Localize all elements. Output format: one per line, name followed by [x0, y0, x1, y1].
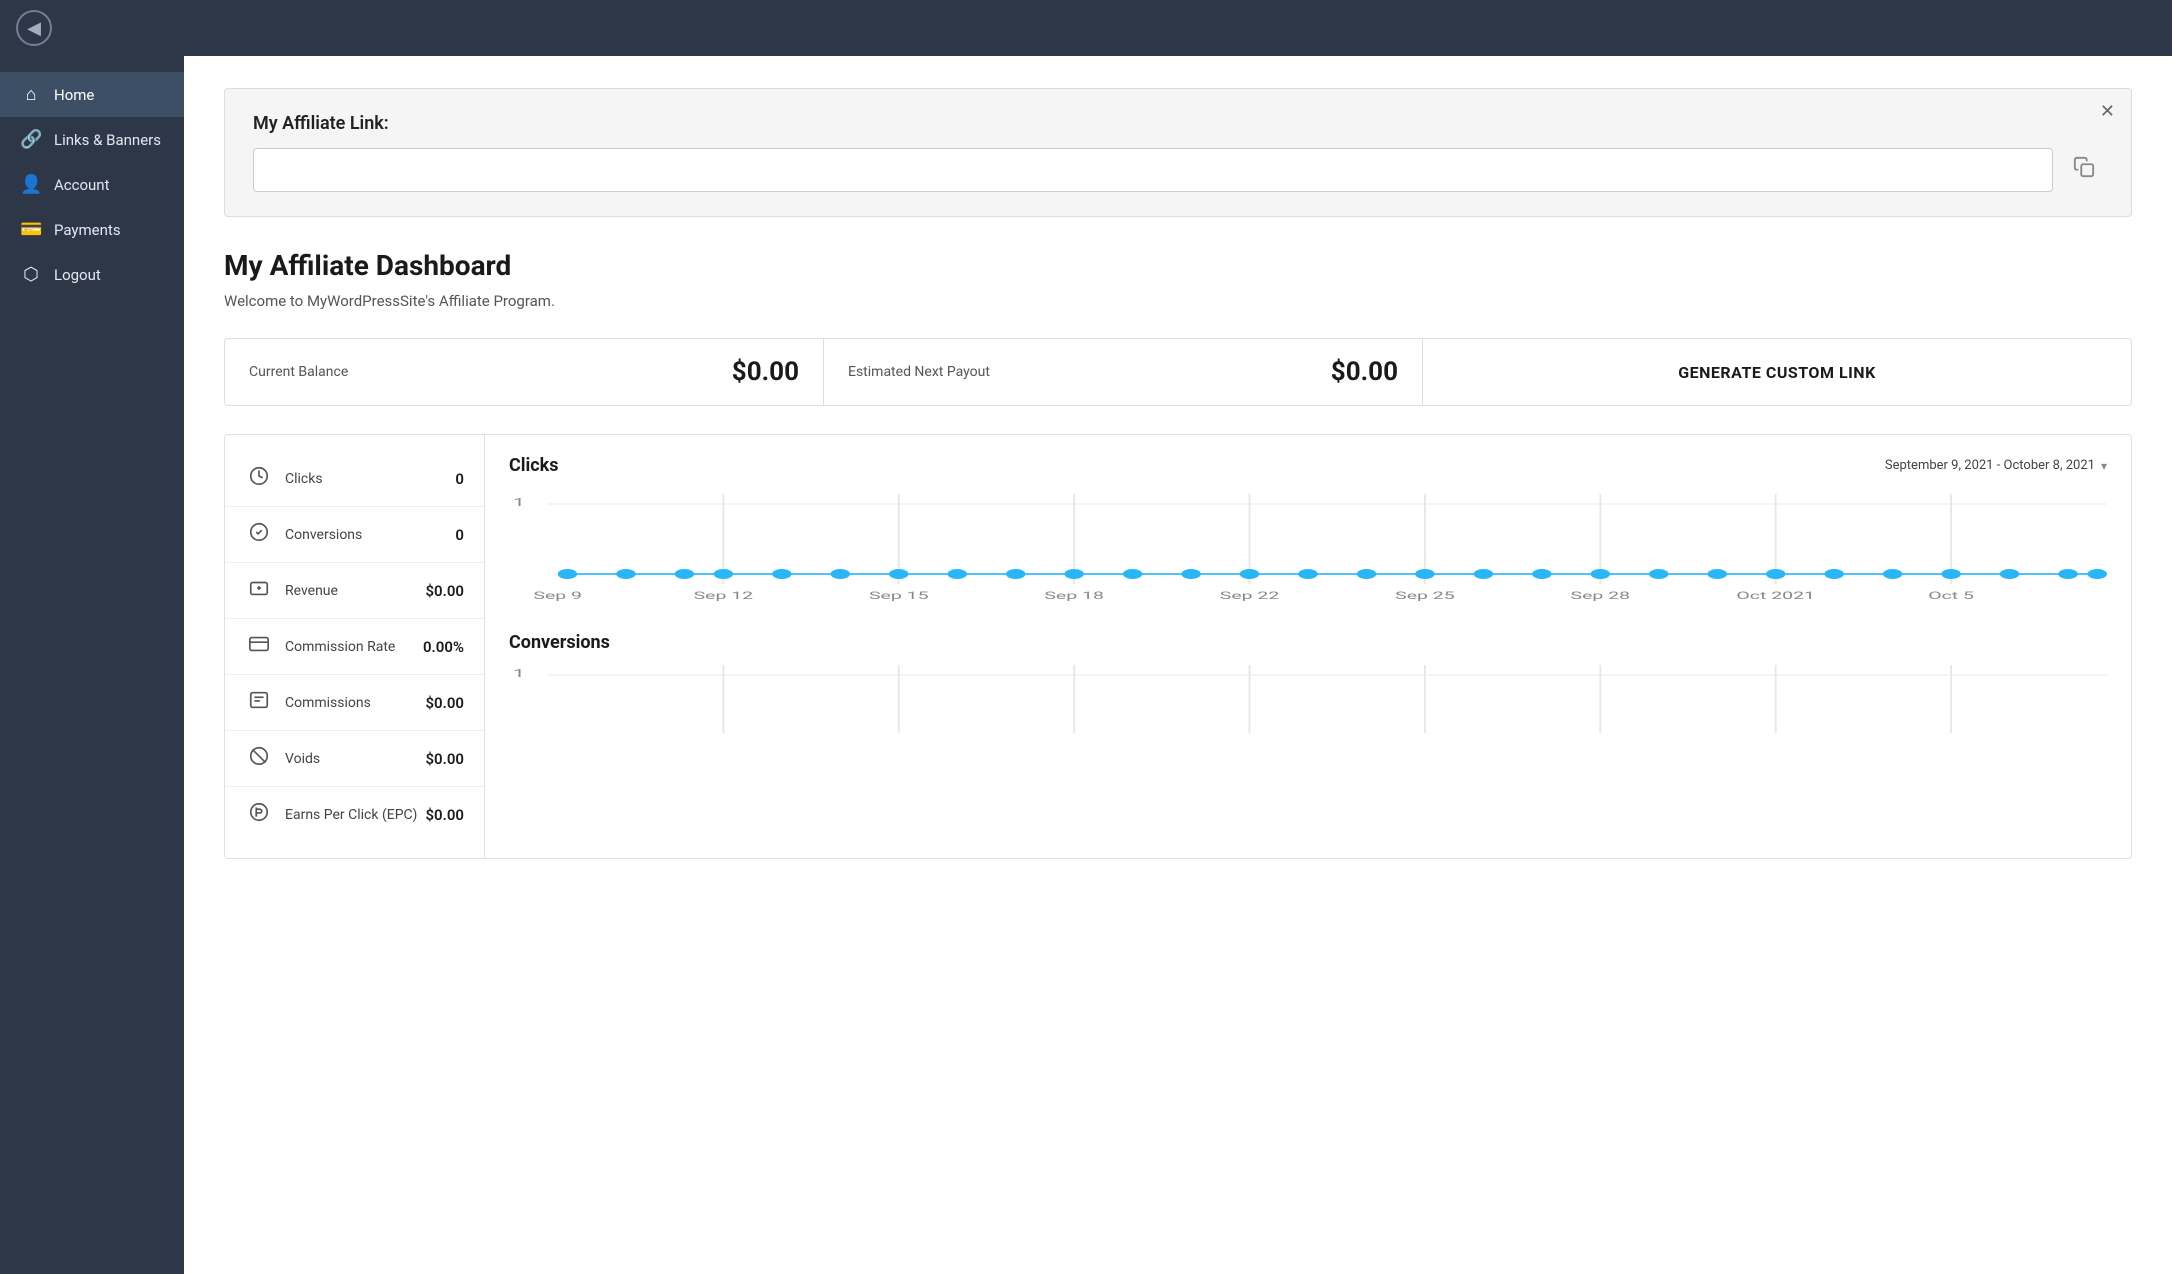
svg-text:1: 1	[513, 496, 525, 509]
topbar: ◀	[0, 0, 2172, 56]
sidebar-item-logout[interactable]: ⬡ Logout	[0, 252, 184, 297]
metric-value-commission-rate: 0.00%	[423, 638, 464, 656]
copy-button[interactable]	[2065, 152, 2103, 188]
back-button[interactable]: ◀	[16, 10, 52, 46]
current-balance-value: $0.00	[732, 357, 799, 387]
metric-row-conversions: Conversions 0	[225, 507, 484, 563]
metric-row-commissions: Commissions $0.00	[225, 675, 484, 731]
voids-icon	[245, 745, 273, 772]
svg-text:Sep 15: Sep 15	[869, 590, 929, 602]
payments-icon: 💳	[20, 219, 42, 240]
affiliate-link-card: ✕ My Affiliate Link:	[224, 88, 2132, 217]
metric-value-revenue: $0.00	[425, 582, 464, 600]
metric-value-epc: $0.00	[425, 806, 464, 824]
charts-panel: Clicks September 9, 2021 - October 8, 20…	[485, 435, 2131, 858]
epc-icon	[245, 801, 273, 828]
svg-text:Sep 18: Sep 18	[1044, 590, 1104, 602]
analytics-container: Clicks 0 Conversions 0 Revenue $0.00 Com…	[224, 434, 2132, 859]
metric-left-revenue: Revenue	[245, 577, 338, 604]
sidebar-item-account[interactable]: 👤 Account	[0, 162, 184, 207]
conversions-chart-title: Conversions	[509, 632, 2107, 653]
conversions-chart-svg: 1	[509, 661, 2107, 741]
sidebar-label-links: Links & Banners	[54, 131, 161, 149]
back-icon: ◀	[27, 18, 41, 39]
svg-text:1: 1	[513, 667, 525, 680]
affiliate-link-label: My Affiliate Link:	[253, 113, 2103, 134]
date-range-selector[interactable]: September 9, 2021 - October 8, 2021 ▾	[1885, 458, 2107, 473]
sidebar-label-logout: Logout	[54, 266, 101, 284]
svg-text:Sep 28: Sep 28	[1571, 590, 1631, 602]
next-payout-value: $0.00	[1331, 357, 1398, 387]
generate-link-label: GENERATE CUSTOM LINK	[1678, 363, 1876, 382]
metric-left-voids: Voids	[245, 745, 320, 772]
metric-row-voids: Voids $0.00	[225, 731, 484, 787]
metric-row-clicks: Clicks 0	[225, 451, 484, 507]
conversions-icon	[245, 521, 273, 548]
sidebar-item-payments[interactable]: 💳 Payments	[0, 207, 184, 252]
affiliate-link-input[interactable]	[253, 148, 2053, 192]
sidebar-label-account: Account	[54, 176, 110, 194]
chevron-down-icon: ▾	[2101, 459, 2107, 473]
metric-name-conversions: Conversions	[285, 527, 362, 543]
revenue-icon	[245, 577, 273, 604]
home-icon: ⌂	[20, 84, 42, 105]
logout-icon: ⬡	[20, 264, 42, 285]
clicks-chart-title: Clicks	[509, 455, 559, 476]
metric-value-conversions: 0	[455, 526, 464, 544]
affiliate-link-row	[253, 148, 2103, 192]
svg-text:Sep 9: Sep 9	[533, 590, 582, 602]
generate-custom-link-button[interactable]: GENERATE CUSTOM LINK	[1423, 338, 2132, 406]
clicks-icon	[245, 465, 273, 492]
current-balance-card: Current Balance $0.00	[224, 338, 824, 406]
sidebar-item-home[interactable]: ⌂ Home	[0, 72, 184, 117]
metric-value-commissions: $0.00	[425, 694, 464, 712]
clicks-chart: 1	[509, 484, 2107, 608]
commission-rate-icon	[245, 633, 273, 660]
stats-row: Current Balance $0.00 Estimated Next Pay…	[224, 338, 2132, 406]
commissions-icon	[245, 689, 273, 716]
dashboard-subtitle: Welcome to MyWordPressSite's Affiliate P…	[224, 292, 2132, 310]
conversions-chart: 1	[509, 661, 2107, 745]
next-payout-card: Estimated Next Payout $0.00	[824, 338, 1423, 406]
close-button[interactable]: ✕	[2100, 101, 2115, 122]
svg-text:Sep 12: Sep 12	[694, 590, 754, 602]
metric-row-commission-rate: Commission Rate 0.00%	[225, 619, 484, 675]
current-balance-label: Current Balance	[249, 364, 348, 380]
main-content: ✕ My Affiliate Link: My Affiliate Dashbo…	[184, 56, 2172, 1274]
sidebar-item-links-banners[interactable]: 🔗 Links & Banners	[0, 117, 184, 162]
metric-name-voids: Voids	[285, 751, 320, 767]
metrics-panel: Clicks 0 Conversions 0 Revenue $0.00 Com…	[225, 435, 485, 858]
sidebar-label-payments: Payments	[54, 221, 121, 239]
sidebar-label-home: Home	[54, 86, 94, 104]
account-icon: 👤	[20, 174, 42, 195]
chart-header: Clicks September 9, 2021 - October 8, 20…	[509, 455, 2107, 476]
metric-name-commission-rate: Commission Rate	[285, 639, 395, 655]
metric-name-revenue: Revenue	[285, 583, 338, 599]
dashboard-title: My Affiliate Dashboard	[224, 249, 2132, 282]
metric-left-commission-rate: Commission Rate	[245, 633, 395, 660]
metric-left-conversions: Conversions	[245, 521, 362, 548]
date-range-text: September 9, 2021 - October 8, 2021	[1885, 458, 2095, 473]
clicks-chart-svg: 1	[509, 484, 2107, 604]
svg-text:Sep 25: Sep 25	[1395, 590, 1455, 602]
metric-row-revenue: Revenue $0.00	[225, 563, 484, 619]
metric-left-commissions: Commissions	[245, 689, 371, 716]
metric-name-commissions: Commissions	[285, 695, 371, 711]
metric-value-voids: $0.00	[425, 750, 464, 768]
sidebar: ⌂ Home 🔗 Links & Banners 👤 Account 💳 Pay…	[0, 56, 184, 1274]
svg-text:Oct 5: Oct 5	[1928, 590, 1974, 602]
metric-row-epc: Earns Per Click (EPC) $0.00	[225, 787, 484, 842]
next-payout-label: Estimated Next Payout	[848, 364, 990, 380]
metric-left-clicks: Clicks	[245, 465, 323, 492]
metric-left-epc: Earns Per Click (EPC)	[245, 801, 417, 828]
link-icon: 🔗	[20, 129, 42, 150]
svg-text:Sep 22: Sep 22	[1220, 590, 1280, 602]
metric-name-epc: Earns Per Click (EPC)	[285, 807, 417, 823]
svg-text:Oct 2021: Oct 2021	[1736, 590, 1815, 602]
metric-name-clicks: Clicks	[285, 471, 323, 487]
metric-value-clicks: 0	[455, 470, 464, 488]
